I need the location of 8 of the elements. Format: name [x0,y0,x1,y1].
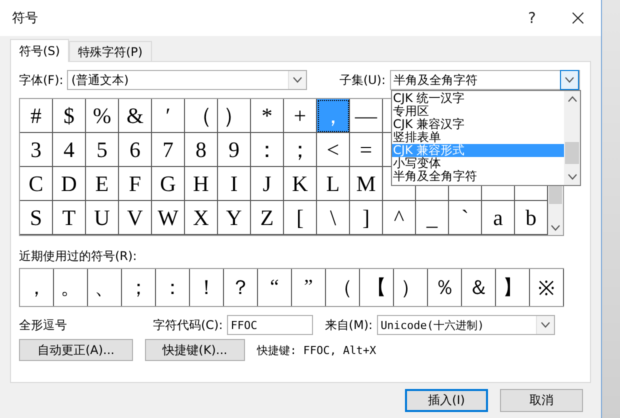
window-title: 符号 [12,10,39,27]
character-name: 全形逗号 [19,316,68,334]
subset-label: 子集(U): [339,72,386,88]
code-label: 字符代码(C): [153,316,223,334]
recent-label: 近期使用过的符号(R): [19,248,138,265]
shortcut-text: 快捷键: FFOC, Alt+X [257,342,376,358]
font-label: 字体(F): [19,72,64,88]
from-label: 来自(M): [324,316,373,334]
